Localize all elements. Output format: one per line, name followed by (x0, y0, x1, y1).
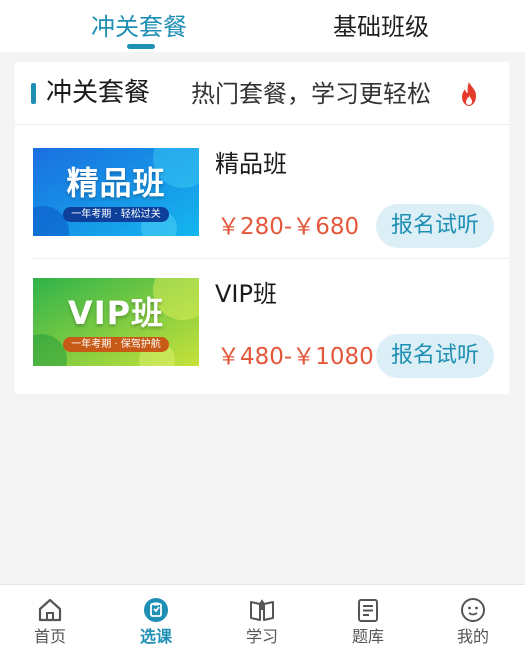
section-title: 冲关套餐 (46, 78, 151, 108)
nav-profile[interactable]: 我的 (438, 593, 508, 649)
course-price: ￥480-￥1080 (217, 344, 374, 370)
signup-trial-button[interactable]: 报名试听 (376, 334, 494, 378)
nav-study[interactable]: 学习 (227, 593, 297, 649)
top-tab-bar: 冲关套餐 基础班级 (0, 0, 525, 52)
tab-basic-class[interactable]: 基础班级 (333, 9, 429, 45)
nav-label: 题库 (351, 627, 384, 646)
signup-trial-button[interactable]: 报名试听 (376, 204, 494, 248)
header-divider (15, 124, 509, 125)
course-name[interactable]: 精品班 (215, 147, 287, 181)
nav-label: 首页 (33, 627, 66, 646)
profile-icon (461, 598, 485, 622)
course-thumbnail[interactable]: VIP班 一年考期 · 保驾护航 (33, 278, 199, 366)
tab-package[interactable]: 冲关套餐 (91, 9, 187, 45)
bottom-nav: 首页 选课 学习 题库 我的 (0, 584, 525, 652)
nav-course-select[interactable]: 选课 (121, 593, 191, 649)
thumbnail-title: 精品班 (66, 164, 166, 202)
nav-label: 选课 (139, 627, 172, 646)
nav-home[interactable]: 首页 (15, 593, 85, 649)
section-subtitle: 热门套餐，学习更轻松 (191, 80, 431, 108)
package-panel: 冲关套餐 热门套餐，学习更轻松 精品班 一年考期 · 轻松过关 精品班 ￥280… (15, 62, 509, 394)
course-divider (33, 258, 509, 259)
section-header: 冲关套餐 热门套餐，学习更轻松 (15, 62, 509, 124)
nav-question-bank[interactable]: 题库 (333, 593, 403, 649)
nav-label: 学习 (245, 627, 278, 646)
course-select-icon (144, 598, 168, 622)
thumbnail-tag: 一年考期 · 轻松过关 (63, 207, 169, 222)
course-thumbnail[interactable]: 精品班 一年考期 · 轻松过关 (33, 148, 199, 236)
book-icon (250, 599, 274, 621)
active-tab-indicator (127, 44, 155, 49)
course-item[interactable]: 精品班 一年考期 · 轻松过关 精品班 ￥280-￥680 报名试听 (15, 132, 509, 262)
course-name[interactable]: VIP班 (215, 277, 277, 311)
thumbnail-title: VIP班 (67, 294, 165, 332)
question-bank-icon (358, 599, 378, 622)
nav-label: 我的 (456, 627, 489, 646)
course-price: ￥280-￥680 (217, 214, 360, 240)
section-accent-bar (31, 83, 36, 104)
fire-icon (462, 82, 476, 106)
course-item[interactable]: VIP班 一年考期 · 保驾护航 VIP班 ￥480-￥1080 报名试听 (15, 262, 509, 392)
thumbnail-tag: 一年考期 · 保驾护航 (63, 337, 169, 352)
home-icon (38, 598, 62, 622)
